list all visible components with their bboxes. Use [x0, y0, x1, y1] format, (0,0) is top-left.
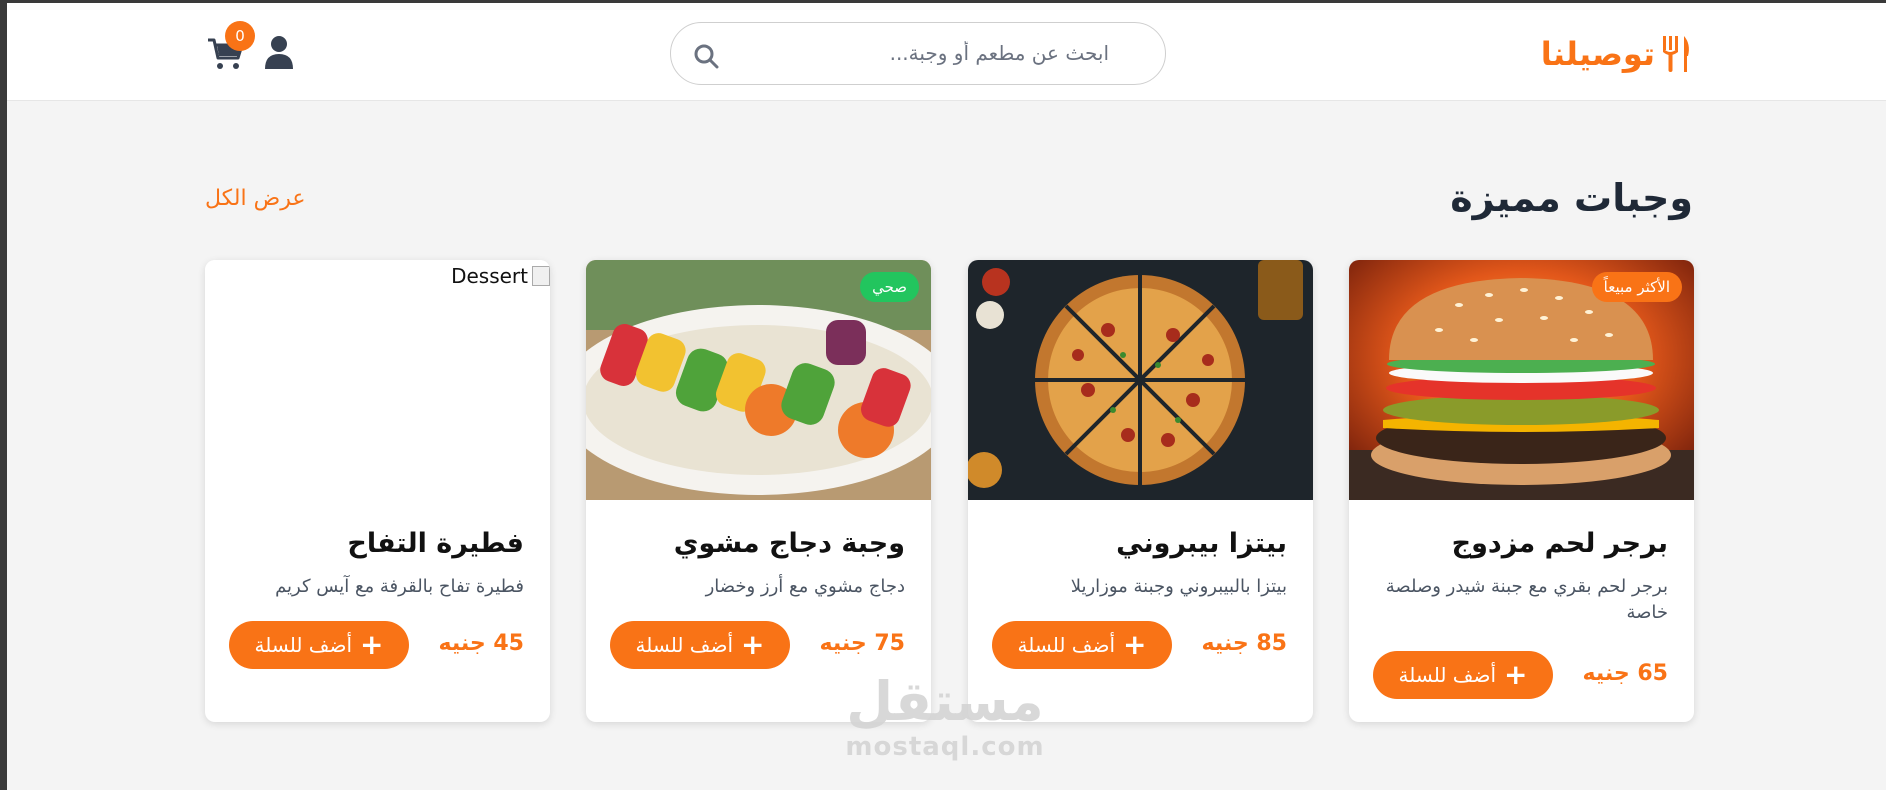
plus-icon: + [1123, 628, 1147, 661]
utensils-icon [1663, 36, 1689, 72]
search-input[interactable] [719, 41, 1109, 65]
search-icon[interactable] [693, 43, 719, 69]
meal-price: 75 جنيه [819, 631, 905, 656]
watermark: مستقل mostaql.com [840, 670, 1050, 763]
meal-title: فطيرة التفاح [347, 528, 524, 559]
search-bar [670, 22, 1166, 85]
meal-description: بيتزا بالبيبروني وجبنة موزاريلا [1070, 576, 1287, 597]
healthy-badge: صحي [860, 272, 919, 302]
add-to-cart-button[interactable]: + أضف للسلة [229, 621, 409, 669]
plus-icon: + [741, 628, 765, 661]
view-all-link[interactable]: عرض الكل [205, 186, 305, 211]
add-to-cart-button[interactable]: + أضف للسلة [610, 621, 790, 669]
add-to-cart-label: أضف للسلة [635, 633, 734, 657]
site-logo[interactable]: توصيلنا [1541, 34, 1693, 74]
apple-pie-image: Dessert [205, 260, 550, 500]
add-to-cart-label: أضف للسلة [1398, 663, 1497, 687]
plus-icon: + [360, 628, 384, 661]
window-frame-left [0, 0, 7, 790]
broken-image-icon [532, 266, 550, 286]
meal-price: 65 جنيه [1582, 661, 1668, 686]
meal-description: فطيرة تفاح بالقرفة مع آيس كريم [275, 576, 524, 597]
watermark-url: mostaql.com [845, 732, 1045, 762]
add-to-cart-button[interactable]: + أضف للسلة [1373, 651, 1553, 699]
cart-count-badge: 0 [225, 21, 255, 51]
meal-card-burger[interactable]: الأكثر مبيعاً برجر لحم مزدوج برجر لحم بق… [1349, 260, 1694, 722]
meal-card-apple-pie[interactable]: Dessert فطيرة التفاح فطيرة تفاح بالقرفة … [205, 260, 550, 722]
best-seller-badge: الأكثر مبيعاً [1591, 272, 1682, 302]
section-title: وجبات مميزة [1450, 176, 1693, 220]
meal-price: 85 جنيه [1201, 631, 1287, 656]
meal-title: وجبة دجاج مشوي [673, 528, 905, 559]
watermark-logo: مستقل [846, 670, 1044, 733]
broken-image-placeholder: Dessert [451, 264, 550, 288]
meal-title: بيتزا بيبروني [1116, 528, 1287, 559]
logo-text: توصيلنا [1540, 35, 1655, 73]
meal-description: برجر لحم بقري مع جبنة شيدر وصلصة خاصة [1385, 576, 1668, 623]
add-to-cart-label: أضف للسلة [1017, 633, 1116, 657]
meal-title: برجر لحم مزدوج [1451, 528, 1668, 559]
user-icon[interactable] [263, 35, 295, 71]
meal-description: دجاج مشوي مع أرز وخضار [705, 576, 905, 597]
pizza-image [968, 260, 1313, 500]
meal-card-pizza[interactable]: بيتزا بيبروني بيتزا بالبيبروني وجبنة موز… [968, 260, 1313, 722]
add-to-cart-label: أضف للسلة [254, 633, 353, 657]
meal-card-grilled-chicken[interactable]: صحي وجبة دجاج مشوي دجاج مشوي مع أرز وخضا… [586, 260, 931, 722]
image-alt-text: Dessert [451, 264, 528, 288]
add-to-cart-button[interactable]: + أضف للسلة [992, 621, 1172, 669]
site-header: توصيلنا 0 [7, 3, 1886, 101]
meal-price: 45 جنيه [438, 631, 524, 656]
plus-icon: + [1504, 658, 1528, 691]
